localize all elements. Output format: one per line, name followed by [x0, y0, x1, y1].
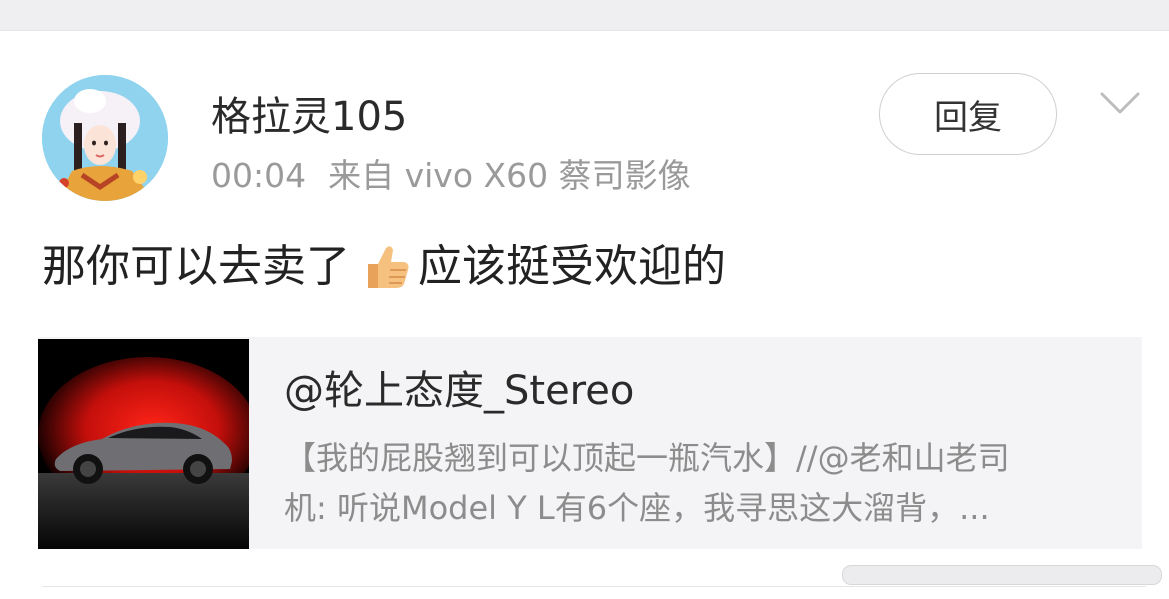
post-meta: 00:04 来自 vivo X60 蔡司影像 [211, 155, 691, 197]
comment-card: 格拉灵105 00:04 来自 vivo X60 蔡司影像 回复 那你可以去卖了 … [0, 31, 1169, 599]
repost-author[interactable]: @轮上态度_Stereo [284, 365, 634, 417]
comment-text-part1: 那你可以去卖了 [42, 241, 350, 292]
avatar[interactable] [42, 75, 168, 201]
thumbs-up-icon [368, 246, 409, 288]
car-image-illustration [38, 339, 258, 549]
source-device: 来自 vivo X60 蔡司影像 [328, 156, 691, 195]
chevron-down-icon[interactable] [1098, 86, 1142, 120]
comment-text-part2: 应该挺受欢迎的 [418, 241, 726, 292]
avatar-illustration [42, 75, 168, 201]
timestamp: 00:04 [211, 156, 307, 195]
repost-card[interactable]: @轮上态度_Stereo 【我的屁股翘到可以顶起一瓶汽水】//@老和山老司 机:… [38, 337, 1142, 549]
comment-text: 那你可以去卖了 应该挺受欢迎的 [42, 239, 726, 295]
top-strip [0, 0, 1169, 31]
divider [42, 586, 1146, 587]
username[interactable]: 格拉灵105 [211, 91, 407, 143]
horizontal-scrollbar[interactable] [842, 565, 1162, 585]
repost-excerpt-line1: 【我的屁股翘到可以顶起一瓶汽水】//@老和山老司 [284, 439, 1010, 477]
repost-excerpt-line2: 机: 听说Model Y L有6个座，我寻思这大溜背，... [284, 489, 990, 527]
reply-button[interactable]: 回复 [879, 73, 1057, 155]
repost-excerpt: 【我的屁股翘到可以顶起一瓶汽水】//@老和山老司 机: 听说Model Y L有… [284, 433, 1104, 533]
car-image[interactable] [38, 339, 258, 549]
